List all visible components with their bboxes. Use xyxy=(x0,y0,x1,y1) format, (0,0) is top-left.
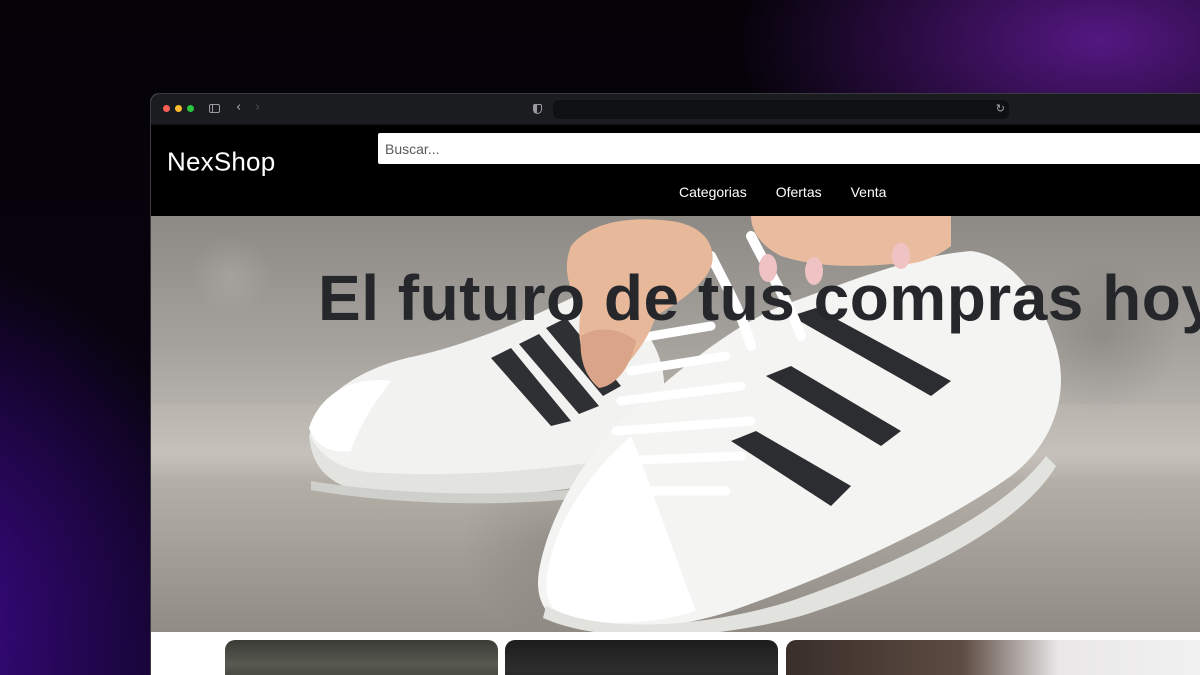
sidebar-icon[interactable] xyxy=(209,104,220,113)
hero-title: El futuro de tus compras hoy xyxy=(318,262,1200,334)
browser-window: ‹ › ↻ NexShop Categorias Ofertas Venta xyxy=(150,93,1200,675)
menu-item-ofertas[interactable]: Ofertas xyxy=(776,184,822,200)
search-input[interactable] xyxy=(378,133,1200,164)
hero-banner: El futuro de tus compras hoy xyxy=(151,216,1200,632)
shield-icon[interactable] xyxy=(533,104,542,114)
close-window-button[interactable] xyxy=(163,105,170,112)
product-cards-row xyxy=(151,632,1200,675)
menu-item-venta[interactable]: Venta xyxy=(851,184,887,200)
product-card[interactable] xyxy=(225,640,498,675)
menu-item-categorias[interactable]: Categorias xyxy=(679,184,747,200)
minimize-window-button[interactable] xyxy=(175,105,182,112)
site-header: NexShop Categorias Ofertas Venta xyxy=(151,125,1200,216)
site-logo[interactable]: NexShop xyxy=(167,147,275,178)
reload-icon[interactable]: ↻ xyxy=(996,102,1005,115)
maximize-window-button[interactable] xyxy=(187,105,194,112)
main-menu: Categorias Ofertas Venta xyxy=(679,184,886,200)
browser-toolbar: ‹ › ↻ xyxy=(151,94,1200,125)
product-card[interactable] xyxy=(505,640,778,675)
address-bar[interactable]: ↻ xyxy=(553,100,1009,119)
forward-arrow-icon[interactable]: › xyxy=(255,101,260,115)
product-card[interactable] xyxy=(786,640,1200,675)
back-arrow-icon[interactable]: ‹ xyxy=(236,101,241,115)
